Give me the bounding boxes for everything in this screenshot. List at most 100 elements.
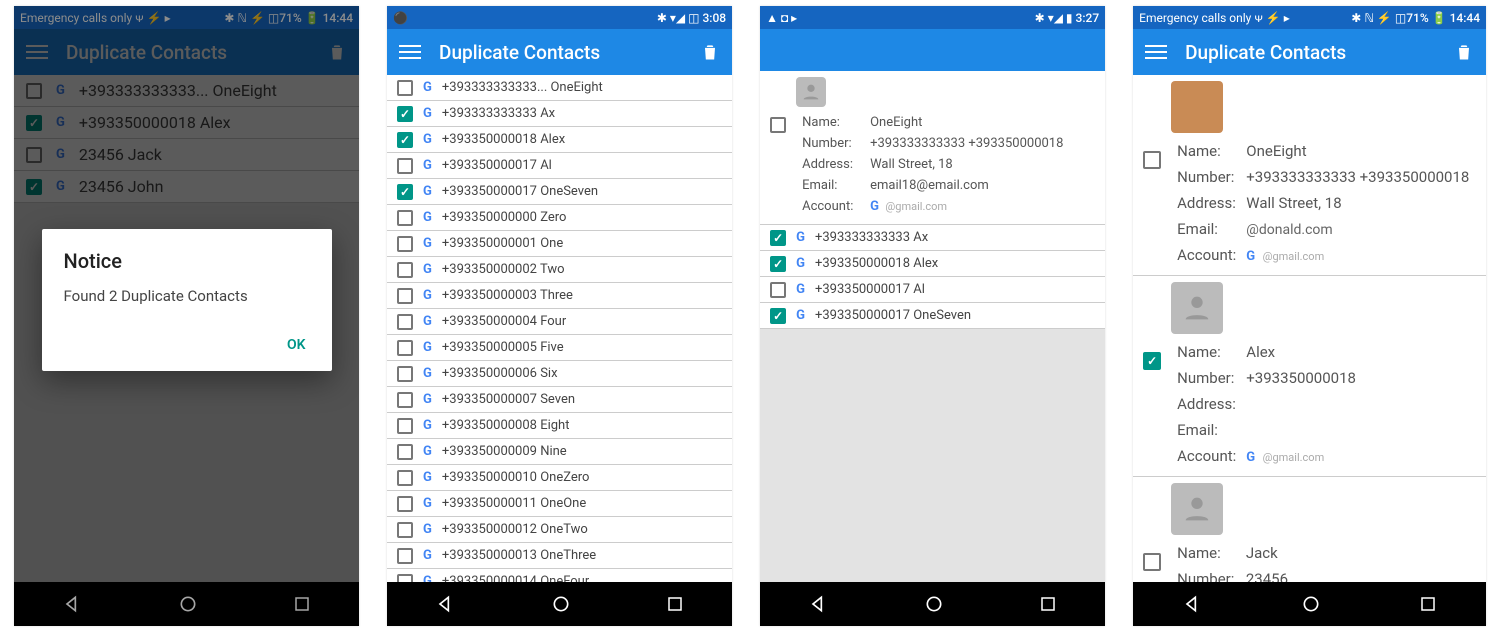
google-icon: G xyxy=(423,132,432,147)
contact-row[interactable]: G+393350000017 OneSeven xyxy=(760,303,1105,329)
google-icon: G xyxy=(423,184,432,199)
contact-row[interactable]: G+393350000010 OneZero xyxy=(387,465,732,491)
nav-back-icon[interactable] xyxy=(808,594,828,614)
status-bar: Emergency calls only ᴪ ⚡ ▸ ✱ ℕ ⚡ ◫71% 🔋 … xyxy=(14,6,359,29)
checkbox[interactable] xyxy=(397,262,413,278)
contact-row[interactable]: G+393350000018 Alex xyxy=(760,251,1105,277)
dialog-body: Found 2 Duplicate Contacts xyxy=(64,287,310,305)
checkbox[interactable] xyxy=(770,117,786,133)
google-icon: G xyxy=(870,199,879,214)
checkbox[interactable] xyxy=(397,106,413,122)
contact-label: +393350000017 OneSeven xyxy=(442,184,598,199)
contact-row[interactable]: G +393350000018 Alex xyxy=(387,127,732,153)
nav-back-icon[interactable] xyxy=(435,594,455,614)
contact-row[interactable]: G +393350000009 Nine xyxy=(387,439,732,465)
status-left: Emergency calls only ᴪ ⚡ ▸ xyxy=(1139,11,1290,25)
menu-icon[interactable] xyxy=(399,41,421,63)
google-icon: G xyxy=(796,282,805,297)
status-left: ▲ ◘ ▸ xyxy=(766,11,797,25)
checkbox[interactable] xyxy=(397,314,413,330)
contact-row[interactable]: G+393350000005 Five xyxy=(387,335,732,361)
contact-card-list[interactable]: Name:OneEight Number:+393333333333 +3933… xyxy=(1133,75,1486,582)
contact-label: +393350000009 Nine xyxy=(442,444,567,459)
contact-label: +393350000018 Alex xyxy=(442,132,565,147)
checkbox[interactable] xyxy=(397,210,413,226)
contact-list[interactable]: G+393333333333... OneEight G+39333333333… xyxy=(387,75,732,582)
checkbox[interactable] xyxy=(770,282,786,298)
checkbox[interactable] xyxy=(770,230,786,246)
status-bar: Emergency calls only ᴪ ⚡ ▸ ✱ ℕ ⚡ ◫71% 🔋 … xyxy=(1133,6,1486,29)
contact-row[interactable]: G+393333333333... OneEight xyxy=(387,75,732,101)
checkbox[interactable] xyxy=(397,548,413,564)
nav-home-icon[interactable] xyxy=(551,594,571,614)
checkbox[interactable] xyxy=(397,288,413,304)
contact-label: +393333333333 Ax xyxy=(815,230,928,245)
contact-row[interactable]: G+393350000000 Zero xyxy=(387,205,732,231)
trash-icon[interactable] xyxy=(700,42,720,62)
checkbox[interactable] xyxy=(770,308,786,324)
checkbox[interactable] xyxy=(397,340,413,356)
nav-home-icon[interactable] xyxy=(1301,594,1321,614)
contact-row[interactable]: G+393350000006 Six xyxy=(387,361,732,387)
contact-row[interactable]: G+393350000004 Four xyxy=(387,309,732,335)
nav-recent-icon[interactable] xyxy=(1419,595,1437,613)
contact-row[interactable]: G+393350000017 Al xyxy=(387,153,732,179)
checkbox[interactable] xyxy=(397,444,413,460)
contact-row[interactable]: G+393350000008 Eight xyxy=(387,413,732,439)
status-bar: ▲ ◘ ▸ ✱ ▾◢ ▮ 3:27 xyxy=(760,6,1105,29)
nav-home-icon[interactable] xyxy=(924,594,944,614)
contact-row[interactable]: G+393350000011 OneOne xyxy=(387,491,732,517)
checkbox[interactable] xyxy=(1143,352,1161,370)
contact-row[interactable]: G+393333333333 Ax xyxy=(760,225,1105,251)
app-title: Duplicate Contacts xyxy=(1185,41,1454,64)
checkbox[interactable] xyxy=(1143,151,1161,169)
contact-label: +393350000005 Five xyxy=(442,340,564,355)
nav-bar xyxy=(760,582,1105,626)
checkbox[interactable] xyxy=(397,574,413,583)
checkbox[interactable] xyxy=(397,236,413,252)
nav-recent-icon[interactable] xyxy=(666,595,684,613)
checkbox[interactable] xyxy=(397,158,413,174)
checkbox[interactable] xyxy=(397,80,413,96)
contact-label: +393350000004 Four xyxy=(442,314,566,329)
avatar-placeholder-icon xyxy=(1171,282,1223,334)
nav-recent-icon[interactable] xyxy=(1039,595,1057,613)
checkbox[interactable] xyxy=(1143,553,1161,571)
checkbox[interactable] xyxy=(770,256,786,272)
modal-overlay: Notice Found 2 Duplicate Contacts OK xyxy=(14,29,359,626)
google-icon: G xyxy=(423,444,432,459)
menu-icon[interactable] xyxy=(1145,41,1167,63)
contact-label: +393350000013 OneThree xyxy=(442,548,596,563)
checkbox[interactable] xyxy=(397,470,413,486)
checkbox[interactable] xyxy=(397,392,413,408)
contact-row[interactable]: G+393350000007 Seven xyxy=(387,387,732,413)
google-icon: G xyxy=(423,210,432,225)
status-right: ✱ ℕ ⚡ ◫71% 🔋 14:44 xyxy=(224,11,353,25)
checkbox[interactable] xyxy=(397,522,413,538)
contact-detail-card: Name:Alex Number:+393350000018 Address: … xyxy=(1133,276,1486,477)
checkbox[interactable] xyxy=(397,496,413,512)
contact-row[interactable]: G+393350000012 OneTwo xyxy=(387,517,732,543)
contact-row[interactable]: G+393333333333 Ax xyxy=(387,101,732,127)
checkbox[interactable] xyxy=(397,366,413,382)
checkbox[interactable] xyxy=(397,184,413,200)
contact-row[interactable]: G+393350000001 One xyxy=(387,231,732,257)
checkbox[interactable] xyxy=(397,418,413,434)
checkbox[interactable] xyxy=(397,132,413,148)
contact-row[interactable]: G+393350000003 Three xyxy=(387,283,732,309)
nav-back-icon[interactable] xyxy=(1182,594,1202,614)
trash-icon[interactable] xyxy=(1454,42,1474,62)
phone-screen-1: Emergency calls only ᴪ ⚡ ▸ ✱ ℕ ⚡ ◫71% 🔋 … xyxy=(14,6,359,626)
dialog-title: Notice xyxy=(64,249,310,273)
contact-row[interactable]: G +393350000017 OneSeven xyxy=(387,179,732,205)
contact-label: +393350000012 OneTwo xyxy=(442,522,588,537)
contact-detail-card: Name:OneEight Number:+393333333333 +3933… xyxy=(1133,75,1486,276)
contact-label: +393350000018 Alex xyxy=(815,256,938,271)
phone-screen-4: Emergency calls only ᴪ ⚡ ▸ ✱ ℕ ⚡ ◫71% 🔋 … xyxy=(1133,6,1486,626)
contact-list[interactable]: Name:OneEight Number:+393333333333 +3933… xyxy=(760,71,1105,582)
contact-row[interactable]: G+393350000002 Two xyxy=(387,257,732,283)
contact-row[interactable]: G+393350000013 OneThree xyxy=(387,543,732,569)
dialog-ok-button[interactable]: OK xyxy=(283,329,310,361)
contact-row[interactable]: G+393350000017 Al xyxy=(760,277,1105,303)
contact-row[interactable]: G+393350000014 OneFour xyxy=(387,569,732,582)
